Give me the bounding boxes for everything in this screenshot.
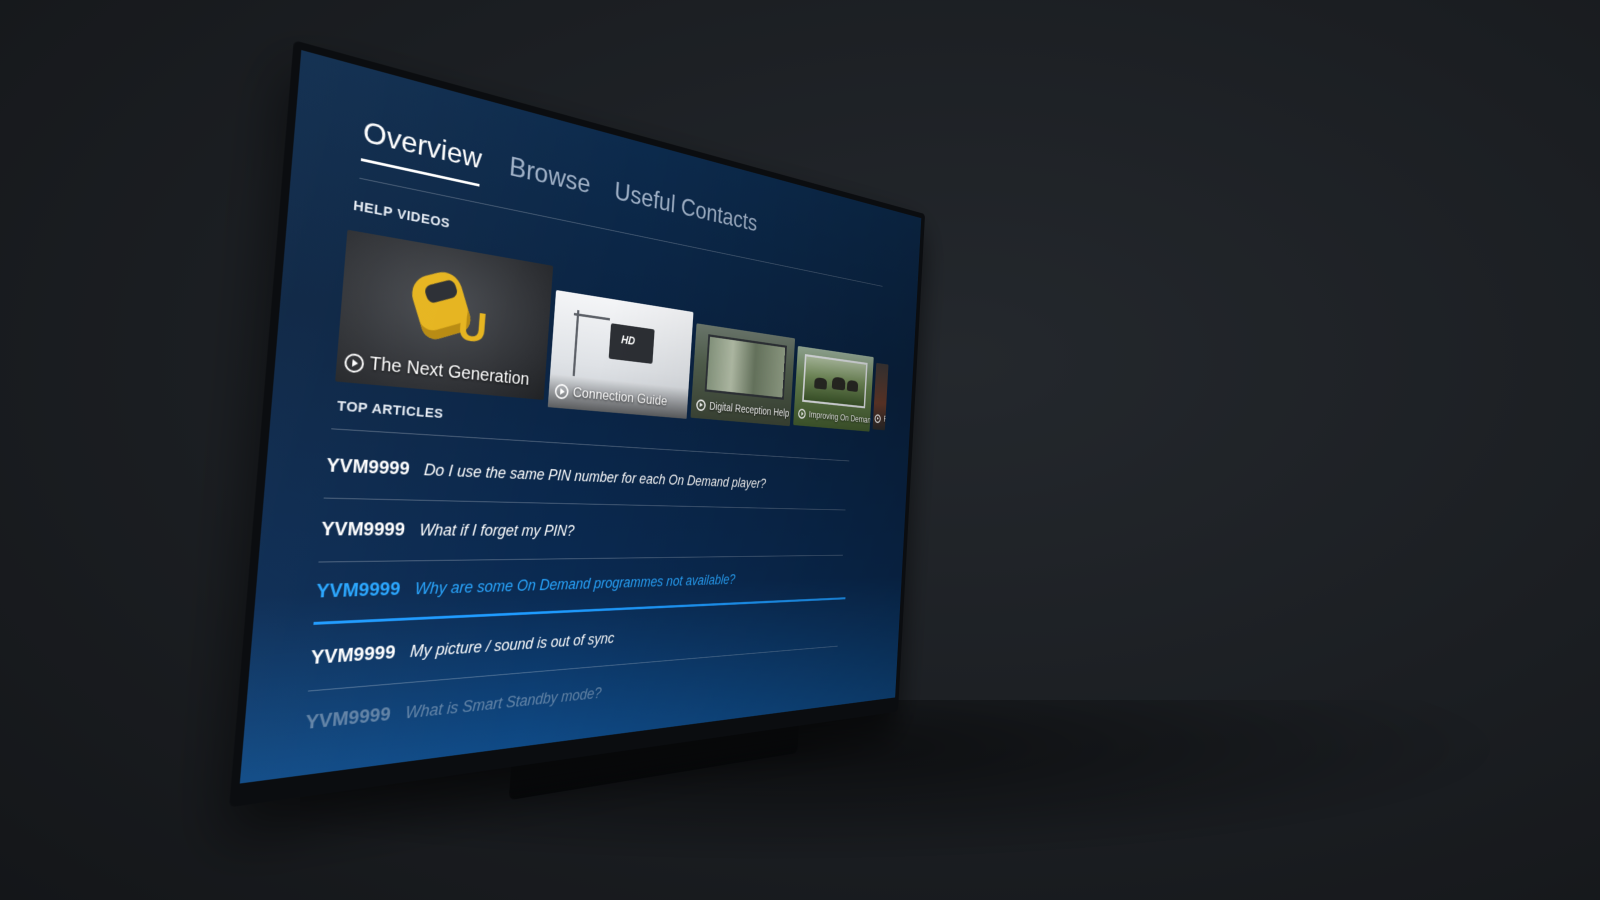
article-code: YVM9999 <box>315 578 416 603</box>
horse-graphic <box>814 377 827 390</box>
video-card-connection-guide[interactable]: HD Connection Guide <box>548 290 694 419</box>
aerial-mast-graphic <box>573 310 580 376</box>
hd-ready-logo: HD <box>621 333 636 348</box>
article-row[interactable]: YVM9999 What if I forget my PIN? <box>319 499 851 559</box>
television: Overview Browse Useful Contacts HELP VID… <box>229 40 925 807</box>
video-card-next-generation[interactable]: U The Next Generation <box>335 230 553 400</box>
horse-graphic <box>847 380 858 392</box>
play-icon <box>554 383 569 399</box>
article-title: Do I use the same PIN number for each On… <box>423 460 766 491</box>
article-title: What is Smart Standby mode? <box>405 684 602 723</box>
article-code: YVM9999 <box>304 702 406 734</box>
interference-screen-graphic <box>705 334 787 400</box>
scene: Overview Browse Useful Contacts HELP VID… <box>0 0 1600 900</box>
horses-screen-graphic <box>802 354 868 408</box>
play-icon <box>798 408 806 419</box>
article-title: What if I forget my PIN? <box>419 520 575 539</box>
tab-overview[interactable]: Overview <box>361 114 483 186</box>
article-row[interactable]: YVM9999 Do I use the same PIN number for… <box>324 436 853 509</box>
play-icon <box>696 399 706 411</box>
video-card-partial[interactable]: Re <box>873 363 889 431</box>
article-code: YVM9999 <box>325 455 424 481</box>
article-title: My picture / sound is out of sync <box>409 629 615 661</box>
video-card-digital-reception-help[interactable]: Digital Reception Help <box>690 323 795 426</box>
top-articles-heading: TOP ARTICLES <box>336 398 443 422</box>
video-card-improving-on-demand[interactable]: Improving On Demand <box>793 346 874 432</box>
horse-graphic <box>832 377 846 391</box>
article-code: YVM9999 <box>320 518 420 540</box>
video-caption: Re <box>874 413 888 424</box>
article-title: Why are some On Demand programmes not av… <box>414 571 736 598</box>
play-icon <box>874 414 881 423</box>
video-title: Re <box>883 414 888 424</box>
tab-browse[interactable]: Browse <box>507 150 591 210</box>
tv-screen: Overview Browse Useful Contacts HELP VID… <box>240 50 921 784</box>
help-videos-heading: HELP VIDEOS <box>353 198 451 232</box>
tab-bar: Overview Browse Useful Contacts <box>361 114 758 246</box>
article-code: YVM9999 <box>310 641 411 670</box>
thumbnail-logo-text: U <box>456 301 489 353</box>
tab-useful-contacts[interactable]: Useful Contacts <box>613 176 758 247</box>
aerial-arm-graphic <box>574 313 610 321</box>
play-icon <box>344 352 365 373</box>
